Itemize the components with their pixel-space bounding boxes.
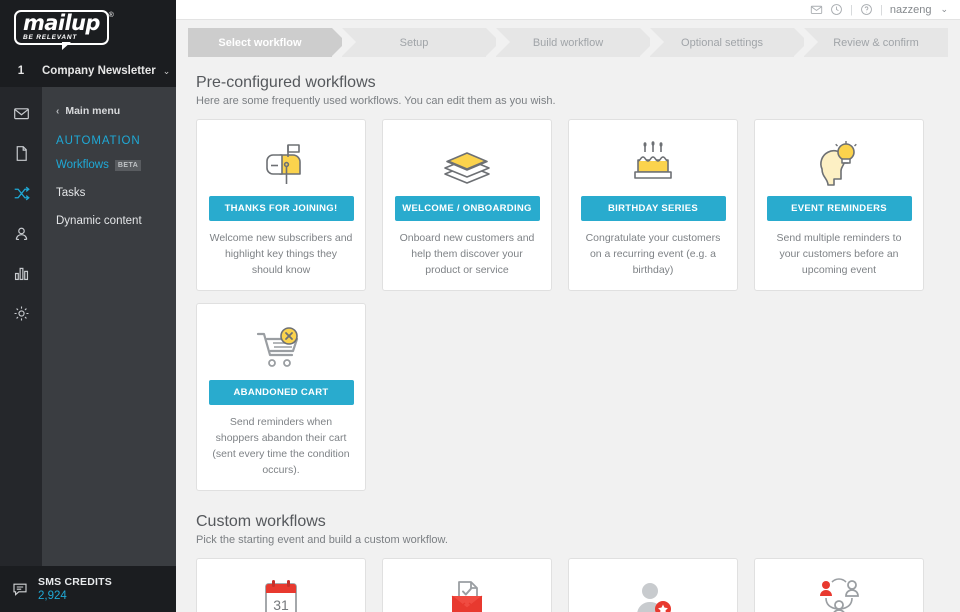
preconfigured-row-2: ABANDONED CART Send reminders when shopp… <box>196 303 946 491</box>
account-selector[interactable]: 1 Company Newsletter ⌄ <box>0 55 176 87</box>
workflow-button[interactable]: BIRTHDAY SERIES <box>581 196 726 221</box>
workflow-steps: Select workflow Setup Build workflow Opt… <box>176 20 960 60</box>
custom-title: Custom workflows <box>196 513 946 531</box>
logo-badge: mailup BE RELEVANT ® <box>14 10 109 45</box>
envelope-icon[interactable] <box>810 3 823 16</box>
sms-credits-label: SMS CREDITS <box>38 576 112 588</box>
custom-subtitle: Pick the starting event and build a cust… <box>196 534 946 546</box>
divider: | <box>850 4 853 16</box>
app-root: mailup BE RELEVANT ® 1 Company Newslette… <box>0 0 960 612</box>
clock-icon[interactable] <box>830 3 843 16</box>
custom-workflows-section: Custom workflows Pick the starting event… <box>196 513 946 612</box>
registered-mark-icon: ® <box>109 12 114 19</box>
step-label: Review & confirm <box>833 37 919 49</box>
workflow-button[interactable]: ABANDONED CART <box>209 380 354 405</box>
custom-card-contacts-network[interactable] <box>754 558 924 612</box>
envelope-icon[interactable] <box>9 101 33 125</box>
content-area: Pre-configured workflows Here are some f… <box>176 60 960 612</box>
sms-credits-value: 2,924 <box>38 590 112 602</box>
top-bar: | | nazzeng ⌄ <box>176 0 960 20</box>
workflow-button[interactable]: THANKS FOR JOINING! <box>209 196 354 221</box>
workflow-shuffle-icon[interactable] <box>9 181 33 205</box>
sidebar-body: ‹ Main menu AUTOMATION Workflows BETA Ta… <box>0 87 176 612</box>
icon-rail <box>0 87 42 612</box>
logo-wordmark: mailup <box>23 13 100 33</box>
divider: | <box>880 4 883 16</box>
account-number: 1 <box>0 65 42 77</box>
preconfigured-row-1: THANKS FOR JOINING! Welcome new subscrib… <box>196 119 946 291</box>
workflow-description: Congratulate your customers on a recurri… <box>581 230 725 278</box>
mailbox-icon <box>255 134 307 196</box>
step-build-workflow[interactable]: Build workflow <box>496 28 640 57</box>
sidebar-item-workflows[interactable]: Workflows BETA <box>42 151 176 179</box>
workflow-description: Welcome new subscribers and highlight ke… <box>209 230 353 278</box>
contacts-icon[interactable] <box>9 221 33 245</box>
sidebar-item-dynamic-content[interactable]: Dynamic content <box>42 207 176 235</box>
contacts-network-icon <box>816 578 862 612</box>
custom-cards-row: 31 <box>196 558 946 612</box>
workflow-card-birthday-series[interactable]: BIRTHDAY SERIES Congratulate your custom… <box>568 119 738 291</box>
beta-badge: BETA <box>115 160 142 171</box>
email-received-icon <box>446 578 488 612</box>
user-menu-label[interactable]: nazzeng <box>890 4 932 16</box>
workflow-description: Send reminders when shoppers abandon the… <box>209 414 353 478</box>
page-title: Pre-configured workflows <box>196 74 946 92</box>
main-menu-label: Main menu <box>65 105 120 117</box>
statistics-icon[interactable] <box>9 261 33 285</box>
step-review-confirm[interactable]: Review & confirm <box>804 28 948 57</box>
step-label: Optional settings <box>681 37 763 49</box>
workflow-description: Send multiple reminders to your customer… <box>767 230 911 278</box>
sidebar: mailup BE RELEVANT ® 1 Company Newslette… <box>0 0 176 612</box>
account-name: Company Newsletter <box>42 65 156 77</box>
document-icon[interactable] <box>9 141 33 165</box>
chevron-down-icon[interactable]: ⌄ <box>940 4 948 15</box>
menu-column: ‹ Main menu AUTOMATION Workflows BETA Ta… <box>42 87 176 612</box>
birthday-cake-icon <box>628 134 678 196</box>
stacked-envelopes-icon <box>439 134 495 196</box>
step-optional-settings[interactable]: Optional settings <box>650 28 794 57</box>
logo-speech-tail-icon <box>62 42 71 50</box>
main-menu-back-link[interactable]: ‹ Main menu <box>42 99 176 123</box>
contact-starred-icon <box>631 579 675 612</box>
workflow-button[interactable]: WELCOME / ONBOARDING <box>395 196 540 221</box>
step-setup[interactable]: Setup <box>342 28 486 57</box>
head-lightbulb-icon <box>815 134 863 196</box>
sms-chat-icon <box>12 581 28 597</box>
chevron-left-icon: ‹ <box>56 106 59 117</box>
step-label: Select workflow <box>218 37 301 49</box>
sms-credits-bar[interactable]: SMS CREDITS 2,924 <box>0 566 176 612</box>
workflow-card-event-reminders[interactable]: EVENT REMINDERS Send multiple reminders … <box>754 119 924 291</box>
step-select-workflow[interactable]: Select workflow <box>188 28 332 57</box>
logo-tagline: BE RELEVANT <box>23 34 100 41</box>
custom-card-contact-starred[interactable] <box>568 558 738 612</box>
sidebar-item-label: Workflows <box>56 159 109 171</box>
workflow-button[interactable]: EVENT REMINDERS <box>767 196 912 221</box>
calendar-date-icon: 31 <box>261 578 301 612</box>
custom-card-calendar-date[interactable]: 31 <box>196 558 366 612</box>
workflow-description: Onboard new customers and help them disc… <box>395 230 539 278</box>
step-label: Build workflow <box>533 37 603 49</box>
abandoned-cart-icon <box>253 318 309 380</box>
settings-gear-icon[interactable] <box>9 301 33 325</box>
workflow-card-abandoned-cart[interactable]: ABANDONED CART Send reminders when shopp… <box>196 303 366 491</box>
sidebar-item-label: Tasks <box>56 187 85 199</box>
sidebar-item-tasks[interactable]: Tasks <box>42 179 176 207</box>
page-subtitle: Here are some frequently used workflows.… <box>196 95 946 107</box>
main-area: | | nazzeng ⌄ Select workflow Setup Buil… <box>176 0 960 612</box>
sidebar-item-label: Dynamic content <box>56 215 142 227</box>
brand-logo[interactable]: mailup BE RELEVANT ® <box>0 0 176 55</box>
help-icon[interactable] <box>860 3 873 16</box>
custom-card-email-received[interactable] <box>382 558 552 612</box>
menu-section-automation: AUTOMATION <box>42 123 176 151</box>
svg-text:31: 31 <box>273 597 289 612</box>
workflow-card-welcome-onboarding[interactable]: WELCOME / ONBOARDING Onboard new custome… <box>382 119 552 291</box>
step-label: Setup <box>400 37 429 49</box>
workflow-card-thanks-for-joining[interactable]: THANKS FOR JOINING! Welcome new subscrib… <box>196 119 366 291</box>
chevron-down-icon: ⌄ <box>163 66 171 77</box>
